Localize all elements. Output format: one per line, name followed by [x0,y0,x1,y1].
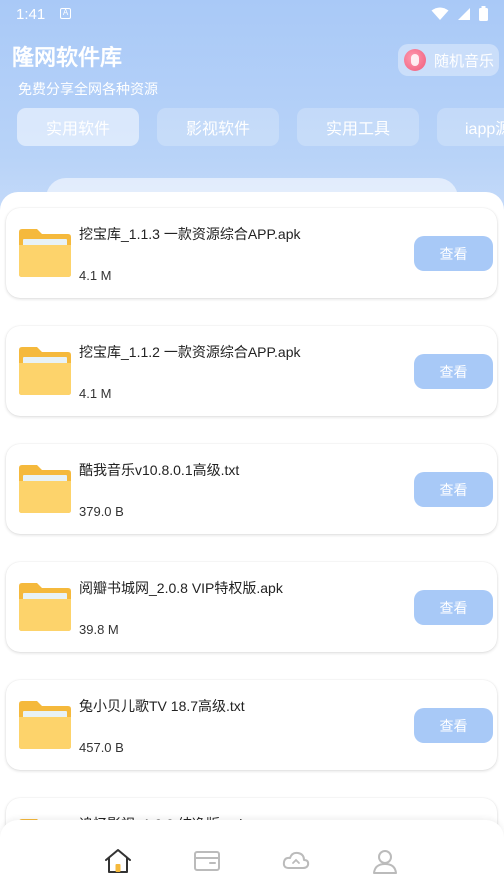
status-icons [431,6,488,21]
signal-icon [458,7,470,20]
file-card[interactable]: 酷我音乐v10.8.0.1高级.txt 379.0 B 查看 [6,444,497,534]
folder-icon [19,229,71,277]
folder-icon [19,583,71,631]
folder-icon [19,347,71,395]
view-button[interactable]: 查看 [414,236,493,271]
file-size: 4.1 M [79,268,112,283]
bottom-nav [0,820,504,896]
file-size: 4.1 M [79,386,112,401]
tab-practical-tools[interactable]: 实用工具 [297,108,419,146]
file-name: 挖宝库_1.1.2 一款资源综合APP.apk [79,344,301,360]
folder-card-icon[interactable] [192,846,222,876]
cloud-icon[interactable] [281,846,311,876]
file-name: 酷我音乐v10.8.0.1高级.txt [79,462,240,478]
app-subtitle: 免费分享全网各种资源 [18,81,158,97]
music-icon [404,49,426,71]
file-size: 457.0 B [79,740,124,755]
file-size: 39.8 M [79,622,119,637]
status-time: 1:41 [16,6,46,23]
view-button[interactable]: 查看 [414,354,493,389]
notification-a-icon: A [60,8,71,19]
file-card[interactable]: 阅瓣书城网_2.0.8 VIP特权版.apk 39.8 M 查看 [6,562,497,652]
view-button[interactable]: 查看 [414,590,493,625]
random-music-label: 随机音乐 [434,52,495,70]
profile-icon[interactable] [370,846,400,876]
file-name: 阅瓣书城网_2.0.8 VIP特权版.apk [79,580,283,596]
category-tabs: 实用软件 影视软件 实用工具 iapp源 [17,108,504,148]
tab-video-software[interactable]: 影视软件 [157,108,279,146]
status-bar: 1:41 A [0,0,504,30]
file-size: 379.0 B [79,504,124,519]
wifi-icon [431,7,449,20]
folder-icon [19,465,71,513]
file-name: 兔小贝儿歌TV 18.7高级.txt [79,698,245,714]
home-icon[interactable] [103,846,133,876]
view-button[interactable]: 查看 [414,472,493,507]
random-music-button[interactable]: 随机音乐 [398,44,499,76]
folder-icon [19,701,71,749]
file-name: 挖宝库_1.1.3 一款资源综合APP.apk [79,226,301,242]
tab-practical-software[interactable]: 实用软件 [17,108,139,146]
app-title: 隆网软件库 [12,45,123,70]
file-card[interactable]: 挖宝库_1.1.2 一款资源综合APP.apk 4.1 M 查看 [6,326,497,416]
battery-icon [479,6,488,21]
tab-iapp-source[interactable]: iapp源 [437,108,504,146]
file-card[interactable]: 挖宝库_1.1.3 一款资源综合APP.apk 4.1 M 查看 [6,208,497,298]
file-card[interactable]: 兔小贝儿歌TV 18.7高级.txt 457.0 B 查看 [6,680,497,770]
view-button[interactable]: 查看 [414,708,493,743]
